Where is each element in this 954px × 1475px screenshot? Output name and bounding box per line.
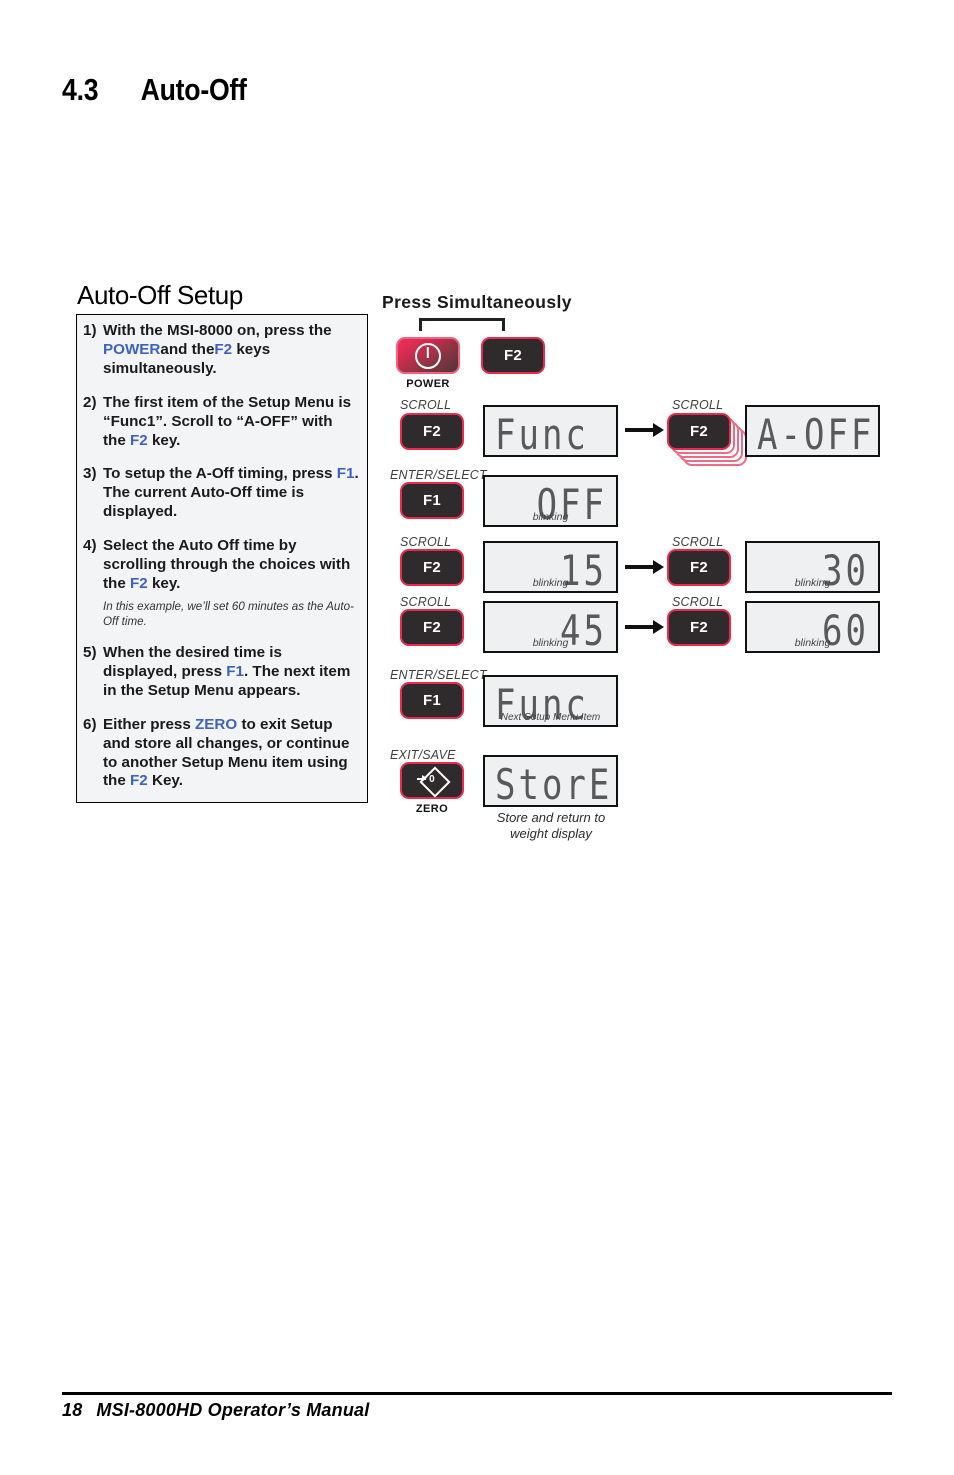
row-3-key-label: SCROLL — [400, 535, 452, 549]
step-text-run: key. — [147, 574, 181, 592]
row-1-key2[interactable]: F2 — [667, 413, 731, 450]
step-text: With the MSI-8000 on, press the POWERand… — [103, 322, 359, 379]
step-text-run: Either press — [103, 715, 196, 733]
row-2-display: OFF blinking — [483, 475, 618, 527]
row-4-key2-label: SCROLL — [672, 595, 724, 609]
instruction-step: 6) Either press ZERO to exit Setup and st… — [83, 716, 359, 791]
row-4-display-2: 60 blinking — [745, 601, 880, 653]
step-text-run: key. — [147, 431, 181, 449]
zero-digit: 0 — [429, 773, 435, 785]
key-reference: F2 — [130, 574, 148, 592]
row-1-display-2: A-OFF — [745, 405, 880, 457]
step-text-run: To setup the A-Off timing, press — [103, 465, 337, 483]
row-3-key[interactable]: F2 — [400, 549, 464, 586]
section-title: Auto-Off Setup — [77, 280, 243, 310]
instruction-step: 1) With the MSI-8000 on, press the POWERa… — [83, 322, 359, 379]
row-1-key[interactable]: F2 — [400, 413, 464, 450]
heading-number: 4.3 — [62, 72, 99, 107]
row-4-display-2-sub: blinking — [794, 637, 831, 649]
step-number: 4) — [83, 536, 97, 554]
key-reference: F2 — [130, 772, 148, 790]
row-1-key-label: SCROLL — [400, 398, 452, 412]
row-4-key-label: SCROLL — [400, 595, 452, 609]
step-number: 3) — [83, 465, 97, 483]
row-3-key2[interactable]: F2 — [667, 549, 731, 586]
footer-page-number: 18 — [62, 1400, 83, 1420]
row-3-display-2: 30 blinking — [745, 541, 880, 593]
row-1-arrow — [625, 423, 664, 437]
row-3-display: 15 blinking — [483, 541, 618, 593]
final-key-label: EXIT/SAVE — [390, 748, 456, 762]
key-reference: F1 — [336, 465, 355, 483]
row-3-display-sub: blinking — [532, 577, 569, 589]
footer: 18 MSI-8000HD Operator’s Manual — [62, 1400, 369, 1421]
row-1-display: Func 1 — [483, 405, 618, 457]
row-2-display-sub: blinking — [532, 511, 569, 523]
row-2-key[interactable]: F1 — [400, 482, 464, 519]
row-4-display-sub: blinking — [532, 637, 569, 649]
row-1-display-text: Func 1 — [495, 411, 616, 457]
key-reference: POWER — [103, 341, 161, 359]
step-number: 2) — [83, 393, 97, 411]
row-2-key-label: ENTER/SELECT — [390, 468, 487, 482]
step-text: Select the Auto Off time by scrolling th… — [103, 537, 359, 630]
step-text: The first item of the Setup Menu is “Fun… — [103, 394, 359, 451]
row-1-display-2-text: A-OFF — [757, 411, 875, 457]
f2-key-top[interactable]: F2 — [481, 337, 545, 374]
row-3-display-2-sub: blinking — [794, 577, 831, 589]
final-display: StorE — [483, 755, 618, 807]
step-number: 5) — [83, 644, 97, 662]
instructions-column: Auto-Off Setup 1) With the MSI-8000 on, p… — [76, 280, 368, 804]
power-key-caption: POWER — [406, 378, 450, 390]
steps-box: 1) With the MSI-8000 on, press the POWERa… — [76, 314, 368, 804]
press-simultaneously-label: Press Simultaneously — [382, 292, 572, 312]
final-display-text: StorE — [495, 761, 613, 807]
step-text: Either press ZERO to exit Setup and stor… — [103, 716, 359, 791]
instruction-step: 2) The first item of the Setup Menu is “F… — [83, 394, 359, 451]
row-4-display: 45 blinking — [483, 601, 618, 653]
step-number: 1) — [83, 322, 97, 340]
row-3-key2-label: SCROLL — [672, 535, 724, 549]
row-5-key-label: ENTER/SELECT — [390, 668, 487, 682]
simultaneous-bracket — [419, 318, 505, 331]
instruction-step: 4) Select the Auto Off time by scrolling … — [83, 537, 359, 630]
instruction-step: 5) When the desired time is displayed, pr… — [83, 644, 359, 701]
key-reference: F2 — [130, 431, 148, 449]
step-text: To setup the A-Off timing, press F1. The… — [103, 465, 359, 522]
zero-icon: 0 — [417, 765, 451, 798]
row-3-arrow — [625, 560, 664, 574]
row-4-arrow — [625, 620, 664, 634]
row-5-key[interactable]: F1 — [400, 682, 464, 719]
row-4-key[interactable]: F2 — [400, 609, 464, 646]
page-title: 4.3 Auto-Off — [62, 72, 247, 108]
zero-key[interactable]: 0 — [400, 762, 464, 799]
row-1-key2-label: SCROLL — [672, 398, 724, 412]
key-reference: ZERO — [195, 715, 238, 733]
step-text-run: With the MSI-8000 on, press the — [103, 322, 332, 340]
row-5-display: Func 1 Next Setup Menu Item — [483, 675, 618, 727]
zero-key-caption: ZERO — [415, 803, 449, 815]
heading-title: Auto-Off — [140, 72, 247, 107]
power-icon — [415, 342, 441, 369]
step-number: 6) — [83, 715, 97, 733]
power-key[interactable] — [396, 337, 460, 374]
instruction-step: 3) To setup the A-Off timing, press F1. T… — [83, 465, 359, 522]
row-4-key2[interactable]: F2 — [667, 609, 731, 646]
step-text-run: and the — [160, 341, 215, 359]
final-caption: Store and return to weight display — [496, 810, 606, 841]
step-note: In this example, we’ll set 60 minutes as… — [103, 600, 354, 628]
keypad-sequence-diagram: Press Simultaneously POWER F2 SCROLL F2 … — [382, 292, 902, 842]
key-reference: F1 — [226, 663, 244, 681]
row-5-display-sub: Next Setup Menu Item — [500, 712, 601, 723]
footer-rule — [62, 1392, 892, 1395]
step-text-run: Key. — [147, 772, 183, 790]
footer-manual-title: MSI-8000HD Operator’s Manual — [96, 1400, 370, 1420]
key-reference: F2 — [214, 341, 233, 359]
step-text: When the desired time is displayed, pres… — [103, 644, 359, 701]
